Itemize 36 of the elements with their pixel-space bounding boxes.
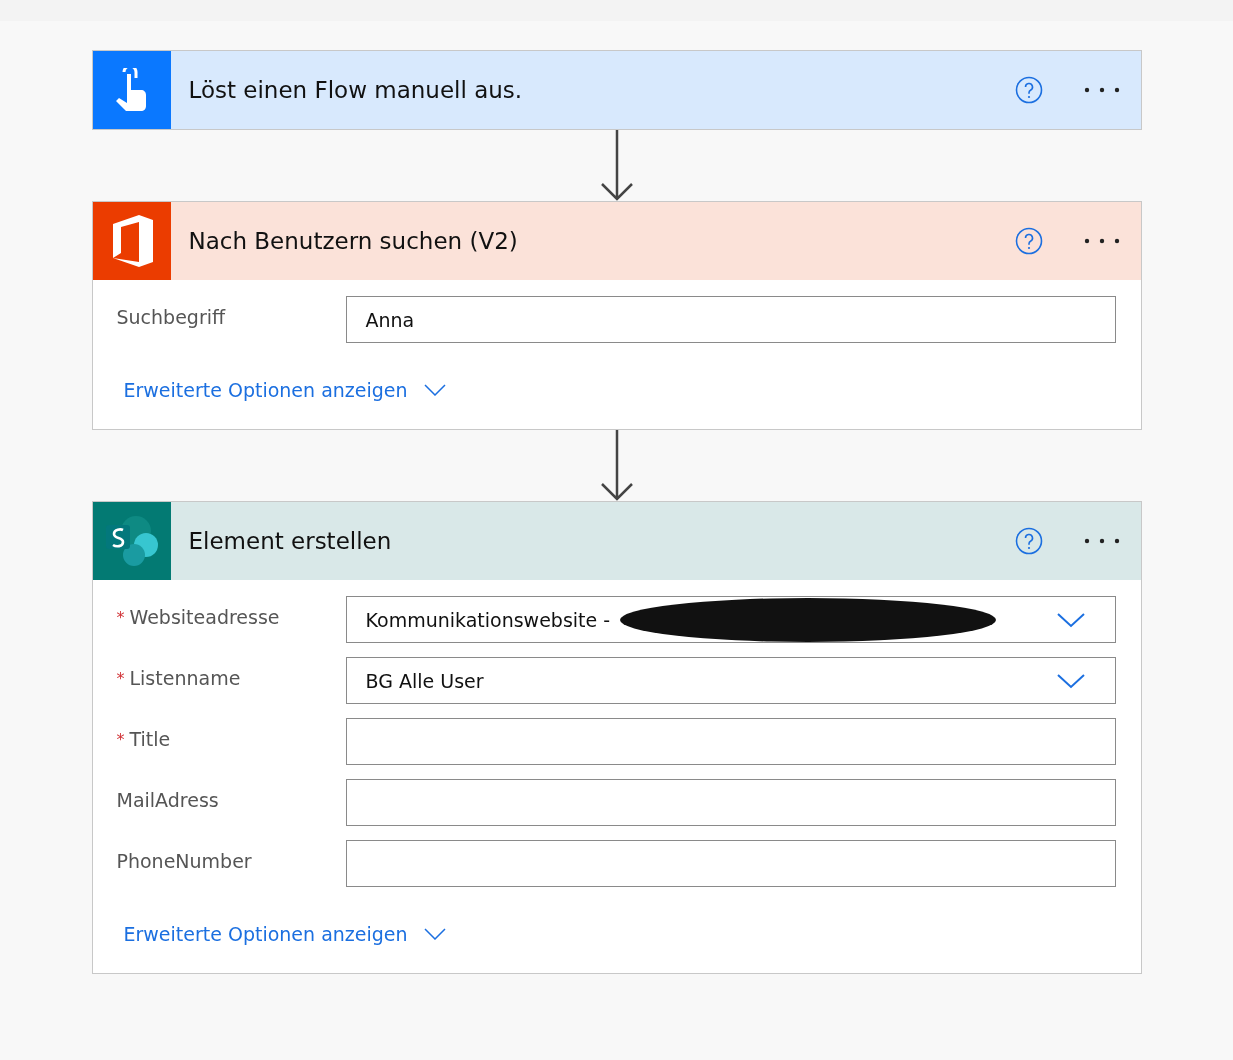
advanced-options-link[interactable]: Erweiterte Optionen anzeigen xyxy=(123,379,446,401)
card-title: Element erstellen xyxy=(188,528,393,554)
dropdown-field[interactable]: BG Alle User xyxy=(345,657,1116,704)
chevron-down-icon xyxy=(423,384,446,396)
more-icon[interactable] xyxy=(1082,237,1121,245)
input-field[interactable]: Anna xyxy=(345,296,1116,343)
field-label: PhoneNumber xyxy=(116,849,253,872)
field-label: Websiteadresse xyxy=(129,605,281,628)
help-icon[interactable] xyxy=(1014,227,1043,255)
input-field[interactable] xyxy=(345,840,1116,887)
more-icon[interactable] xyxy=(1082,86,1121,94)
card-header[interactable]: Nach Benutzern suchen (V2) xyxy=(92,202,1141,280)
input-field[interactable] xyxy=(345,718,1116,765)
required-marker: * xyxy=(116,668,126,688)
dropdown-field[interactable]: Kommunikationswebsite - xyxy=(345,596,1116,643)
sharepoint-logo-icon xyxy=(103,515,160,567)
input-field[interactable] xyxy=(345,779,1116,826)
help-icon[interactable] xyxy=(1014,527,1043,555)
card-title: Nach Benutzern suchen (V2) xyxy=(188,228,519,254)
advanced-options-link[interactable]: Erweiterte Optionen anzeigen xyxy=(123,923,446,945)
card-header[interactable]: Element erstellen xyxy=(92,502,1141,580)
connector-arrow xyxy=(598,430,635,501)
card-title: Löst einen Flow manuell aus. xyxy=(188,77,524,103)
field-label: Listenname xyxy=(129,666,242,689)
field-label: Title xyxy=(129,727,172,750)
chevron-down-icon[interactable] xyxy=(1056,611,1085,628)
chevron-down-icon[interactable] xyxy=(1056,672,1085,689)
card-header[interactable]: Löst einen Flow manuell aus. xyxy=(92,51,1141,129)
chevron-down-icon xyxy=(423,928,446,940)
connector-arrow xyxy=(598,130,635,201)
help-icon[interactable] xyxy=(1014,76,1043,104)
required-marker: * xyxy=(116,607,126,627)
required-marker: * xyxy=(116,729,126,749)
field-label: Suchbegriff xyxy=(116,305,227,328)
field-label: MailAdress xyxy=(116,788,220,811)
more-icon[interactable] xyxy=(1082,537,1121,545)
